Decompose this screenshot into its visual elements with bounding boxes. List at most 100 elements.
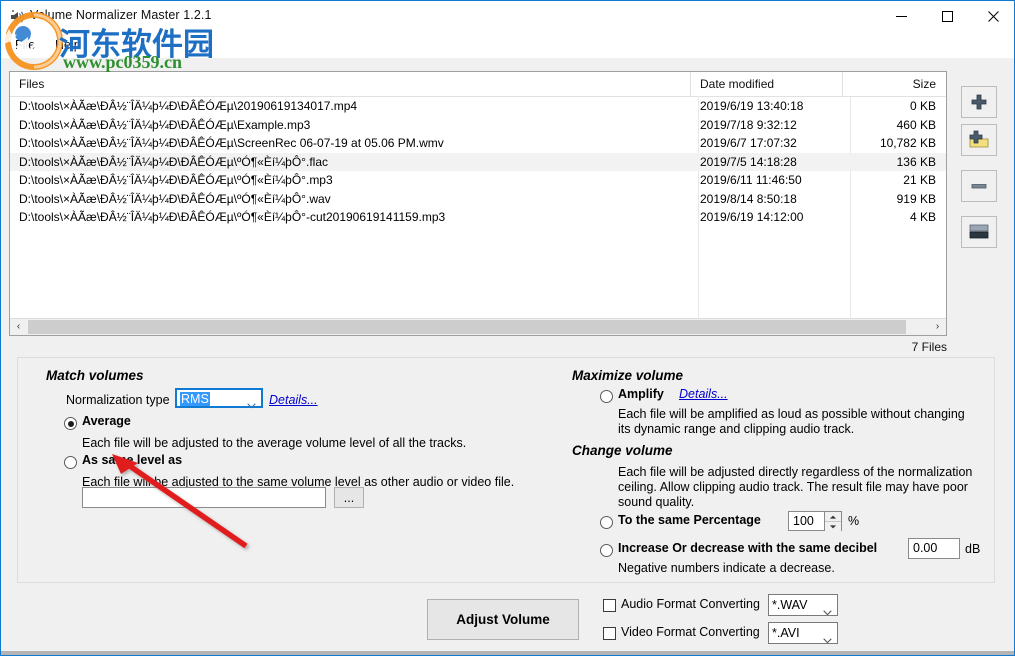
average-description: Each file will be adjusted to the averag… <box>82 436 552 451</box>
file-list-horizontal-scrollbar[interactable]: ‹ › <box>10 318 946 335</box>
video-format-converting-checkbox[interactable] <box>603 627 616 640</box>
window-bottom-edge <box>1 651 1014 655</box>
table-row[interactable]: D:\tools\×ÀÃæ\ÐÂ½¨ÎÄ¼þ¼Ð\ÐÂÊÓÆµ\ºÓ¶«Èí¼þ… <box>10 153 946 172</box>
video-format-value: *.AVI <box>772 626 800 640</box>
table-row[interactable]: D:\tools\×ÀÃæ\ÐÂ½¨ÎÄ¼þ¼Ð\ÐÂÊÓÆµ\20190619… <box>10 97 946 116</box>
file-list[interactable]: Files Date modified Size D:\tools\×ÀÃæ\Ð… <box>9 71 947 336</box>
clear-list-icon <box>968 223 990 241</box>
audio-format-select[interactable]: *.WAV <box>768 594 838 616</box>
change-volume-description-line2: ceiling. Allow clipping audio track. The… <box>618 480 968 495</box>
audio-format-value: *.WAV <box>772 598 807 612</box>
audio-format-converting-label: Audio Format Converting <box>621 597 760 611</box>
file-date-cell: 2019/7/5 14:18:28 <box>700 153 842 172</box>
add-folder-icon <box>968 130 990 150</box>
as-same-level-label: As same level as <box>82 453 182 467</box>
as-same-level-radio[interactable] <box>64 456 77 469</box>
window-title: Volume Normalizer Master 1.2.1 <box>30 8 212 22</box>
average-radio[interactable] <box>64 417 77 430</box>
file-size-cell: 21 KB <box>842 171 946 190</box>
scroll-left-arrow-icon[interactable]: ‹ <box>10 319 27 335</box>
decibel-note: Negative numbers indicate a decrease. <box>618 561 835 576</box>
reference-file-input[interactable] <box>82 487 326 508</box>
scroll-right-arrow-icon[interactable]: › <box>929 319 946 335</box>
decibel-unit-label: dB <box>965 542 980 556</box>
table-row[interactable]: D:\tools\×ÀÃæ\ÐÂ½¨ÎÄ¼þ¼Ð\ÐÂÊÓÆµ\ºÓ¶«Èí¼þ… <box>10 208 946 227</box>
amplify-details-link[interactable]: Details... <box>679 387 728 401</box>
file-size-cell: 919 KB <box>842 190 946 209</box>
file-path-cell: D:\tools\×ÀÃæ\ÐÂ½¨ÎÄ¼þ¼Ð\ÐÂÊÓÆµ\20190619… <box>10 97 690 116</box>
file-size-cell: 0 KB <box>842 97 946 116</box>
amplify-description-line1: Each file will be amplified as loud as p… <box>618 407 965 422</box>
amplify-label: Amplify <box>618 387 664 401</box>
stepper-up-icon[interactable] <box>825 512 841 522</box>
file-size-cell: 10,782 KB <box>842 134 946 153</box>
column-header-size[interactable]: Size <box>842 72 946 97</box>
average-label: Average <box>82 414 131 428</box>
table-row[interactable]: D:\tools\×ÀÃæ\ÐÂ½¨ÎÄ¼þ¼Ð\ÐÂÊÓÆµ\ºÓ¶«Èí¼þ… <box>10 190 946 209</box>
browse-reference-file-button[interactable]: ... <box>334 487 364 508</box>
change-volume-title: Change volume <box>572 443 673 458</box>
stepper-down-icon[interactable] <box>825 522 841 531</box>
file-path-cell: D:\tools\×ÀÃæ\ÐÂ½¨ÎÄ¼þ¼Ð\ÐÂÊÓÆµ\ºÓ¶«Èí¼þ… <box>10 208 690 227</box>
column-header-files[interactable]: Files <box>10 72 690 97</box>
percentage-value: 100 <box>793 514 814 528</box>
chevron-down-icon <box>247 396 256 414</box>
decibel-value: 0.00 <box>913 541 937 555</box>
maximize-button[interactable] <box>924 1 970 32</box>
normalization-type-label: Normalization type <box>66 393 170 407</box>
title-bar: Volume Normalizer Master 1.2.1 <box>1 1 1014 34</box>
file-date-cell: 2019/6/7 17:07:32 <box>700 134 842 153</box>
file-path-cell: D:\tools\×ÀÃæ\ÐÂ½¨ÎÄ¼þ¼Ð\ÐÂÊÓÆµ\ºÓ¶«Èí¼þ… <box>10 171 690 190</box>
remove-file-button[interactable] <box>961 170 997 202</box>
menu-item-help[interactable]: Help <box>48 36 88 54</box>
video-format-select[interactable]: *.AVI <box>768 622 838 644</box>
close-button[interactable] <box>970 1 1015 32</box>
change-volume-description-line1: Each file will be adjusted directly rega… <box>618 465 972 480</box>
options-panel: Match volumes Normalization type RMS Det… <box>17 357 995 583</box>
clear-list-button[interactable] <box>961 216 997 248</box>
file-list-header: Files Date modified Size <box>10 72 946 97</box>
video-format-converting-label: Video Format Converting <box>621 625 760 639</box>
column-header-date-modified[interactable]: Date modified <box>690 72 842 97</box>
file-date-cell: 2019/6/19 14:12:00 <box>700 208 842 227</box>
normalization-type-value: RMS <box>180 392 210 406</box>
scrollbar-thumb[interactable] <box>28 320 906 334</box>
chevron-down-icon <box>823 631 832 649</box>
match-volumes-title: Match volumes <box>46 368 144 383</box>
adjust-volume-button[interactable]: Adjust Volume <box>427 599 579 640</box>
same-decibel-radio[interactable] <box>600 544 613 557</box>
menu-item-file[interactable]: File <box>8 36 42 54</box>
file-path-cell: D:\tools\×ÀÃæ\ÐÂ½¨ÎÄ¼þ¼Ð\ÐÂÊÓÆµ\Example.… <box>10 116 690 135</box>
add-file-button[interactable] <box>961 86 997 118</box>
file-list-rows: D:\tools\×ÀÃæ\ÐÂ½¨ÎÄ¼þ¼Ð\ÐÂÊÓÆµ\20190619… <box>10 97 946 318</box>
file-size-cell: 460 KB <box>842 116 946 135</box>
amplify-description-line2: its dynamic range and clipping audio tra… <box>618 422 854 437</box>
file-size-cell: 4 KB <box>842 208 946 227</box>
minimize-button[interactable] <box>878 1 924 32</box>
chevron-down-icon <box>823 603 832 621</box>
file-date-cell: 2019/7/18 9:32:12 <box>700 116 842 135</box>
audio-format-converting-checkbox[interactable] <box>603 599 616 612</box>
table-row[interactable]: D:\tools\×ÀÃæ\ÐÂ½¨ÎÄ¼þ¼Ð\ÐÂÊÓÆµ\ºÓ¶«Èí¼þ… <box>10 171 946 190</box>
maximize-volume-title: Maximize volume <box>572 368 683 383</box>
table-row[interactable]: D:\tools\×ÀÃæ\ÐÂ½¨ÎÄ¼þ¼Ð\ÐÂÊÓÆµ\ScreenRe… <box>10 134 946 153</box>
decibel-input[interactable]: 0.00 <box>908 538 960 559</box>
file-count-status: 7 Files <box>821 340 947 354</box>
table-row[interactable]: D:\tools\×ÀÃæ\ÐÂ½¨ÎÄ¼þ¼Ð\ÐÂÊÓÆµ\Example.… <box>10 116 946 135</box>
file-date-cell: 2019/6/19 13:40:18 <box>700 97 842 116</box>
application-window: Volume Normalizer Master 1.2.1 File Help… <box>0 0 1015 656</box>
add-folder-button[interactable] <box>961 124 997 156</box>
same-decibel-label: Increase Or decrease with the same decib… <box>618 541 877 555</box>
percentage-input[interactable]: 100 <box>788 511 842 531</box>
percentage-stepper[interactable] <box>824 512 841 530</box>
file-size-cell: 136 KB <box>842 153 946 172</box>
same-percentage-radio[interactable] <box>600 516 613 529</box>
speaker-icon <box>9 8 27 26</box>
amplify-radio[interactable] <box>600 390 613 403</box>
file-path-cell: D:\tools\×ÀÃæ\ÐÂ½¨ÎÄ¼þ¼Ð\ÐÂÊÓÆµ\ScreenRe… <box>10 134 690 153</box>
normalization-details-link[interactable]: Details... <box>269 393 318 407</box>
file-date-cell: 2019/8/14 8:50:18 <box>700 190 842 209</box>
add-file-icon <box>969 92 989 112</box>
menu-bar: File Help <box>1 33 1014 58</box>
normalization-type-select[interactable]: RMS <box>175 388 263 408</box>
